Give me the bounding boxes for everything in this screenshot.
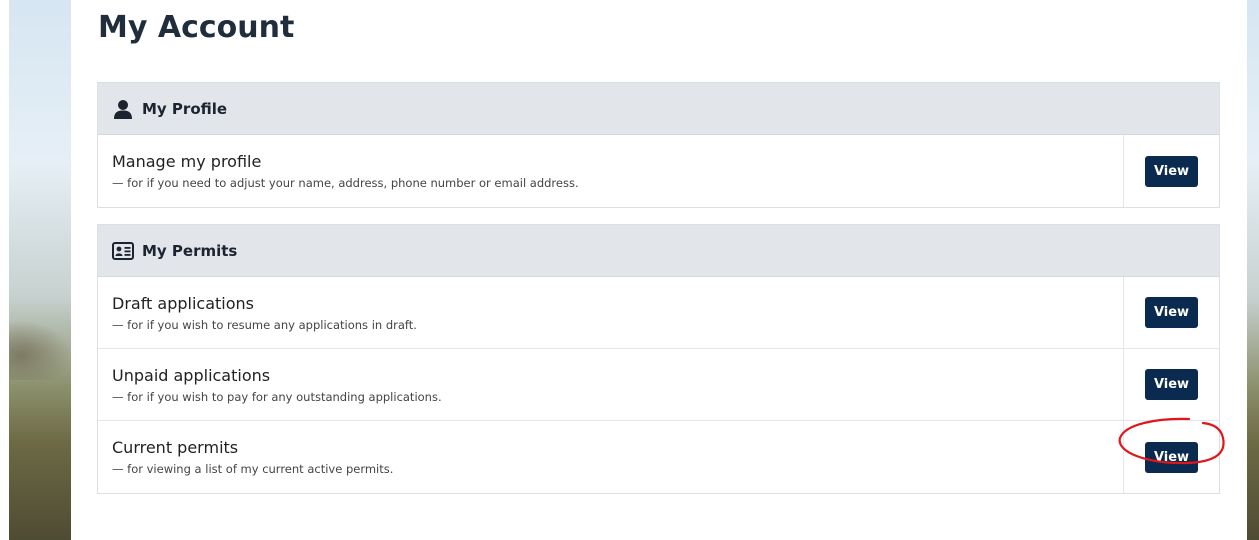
unpaid-applications-view-button[interactable]: View bbox=[1144, 369, 1199, 400]
manage-profile-view-button[interactable]: View bbox=[1144, 155, 1199, 187]
id-card-icon bbox=[112, 240, 134, 262]
row-description: — for if you wish to pay for any outstan… bbox=[112, 390, 442, 404]
row-description: — for if you need to adjust your name, a… bbox=[112, 176, 579, 190]
row-label: Current permits bbox=[112, 438, 239, 457]
background-landscape-left bbox=[0, 0, 71, 540]
red-circle-annotation bbox=[1118, 417, 1225, 465]
list-item: Current permits — for viewing a list of … bbox=[98, 421, 1219, 493]
my-permits-header: My Permits bbox=[98, 225, 1219, 277]
list-item: Unpaid applications — for if you wish to… bbox=[98, 349, 1219, 421]
list-item: Draft applications — for if you wish to … bbox=[98, 277, 1219, 349]
page-title: My Account bbox=[98, 10, 295, 45]
row-description: — for viewing a list of my current activ… bbox=[112, 462, 394, 476]
my-profile-title: My Profile bbox=[142, 99, 228, 118]
user-icon bbox=[112, 98, 134, 120]
row-label: Unpaid applications bbox=[112, 366, 271, 385]
draft-applications-view-button[interactable]: View bbox=[1144, 297, 1199, 328]
row-label: Manage my profile bbox=[112, 152, 262, 171]
my-permits-panel: My Permits Draft applications — for if y… bbox=[97, 224, 1220, 494]
row-description: — for if you wish to resume any applicat… bbox=[112, 318, 417, 332]
list-item: Manage my profile — for if you need to a… bbox=[98, 135, 1219, 207]
my-permits-title: My Permits bbox=[142, 241, 238, 260]
background-landscape-right bbox=[1247, 0, 1259, 540]
row-label: Draft applications bbox=[112, 294, 255, 313]
main-content: My Account My Profile Manage my profile … bbox=[71, 0, 1247, 540]
my-profile-header: My Profile bbox=[98, 83, 1219, 135]
my-profile-panel: My Profile Manage my profile — for if yo… bbox=[97, 82, 1220, 208]
